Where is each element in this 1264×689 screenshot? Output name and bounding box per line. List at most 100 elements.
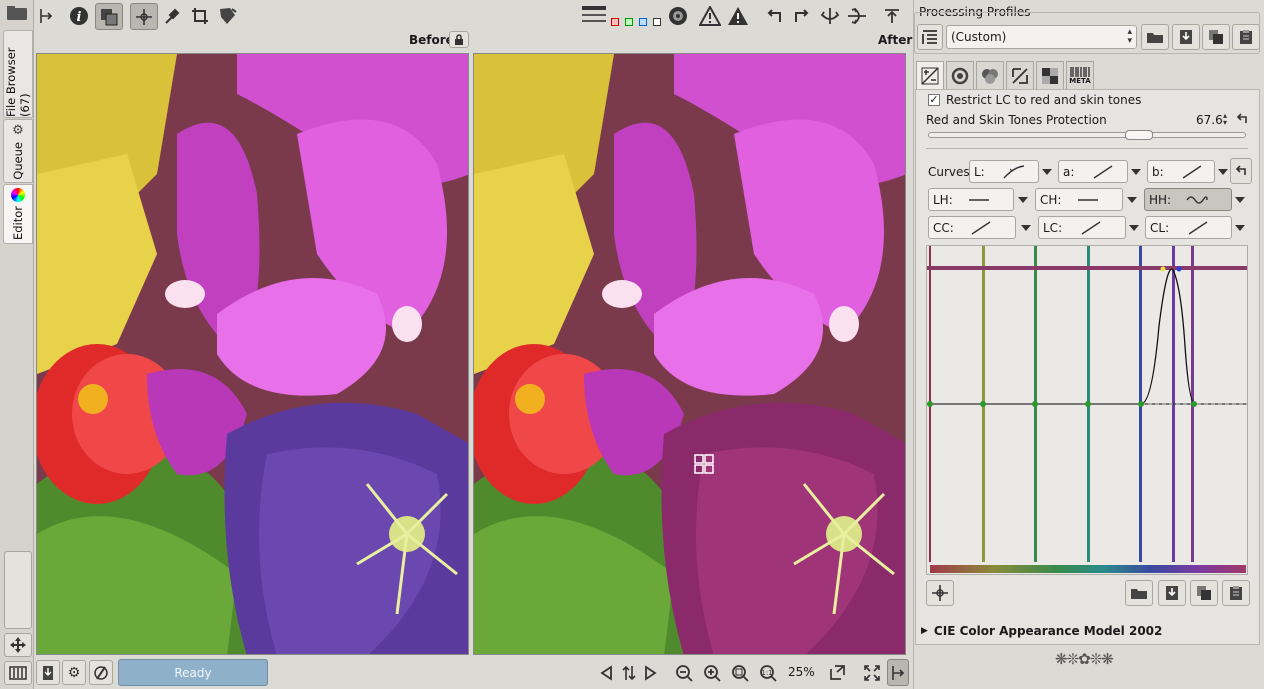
- ornament-icon: ❋❊✿❊❋: [1055, 650, 1114, 668]
- channel-b-icon[interactable]: [639, 18, 647, 26]
- svg-text:1:1: 1:1: [761, 669, 772, 677]
- transform-icon[interactable]: [215, 4, 241, 28]
- curve-lc-label: LC:: [1043, 220, 1063, 235]
- profile-select[interactable]: (Custom) ▴ ▾: [946, 25, 1137, 49]
- layout-toggle-icon[interactable]: [36, 5, 56, 27]
- tab-raw[interactable]: [1036, 61, 1064, 89]
- lock-icon[interactable]: [449, 31, 469, 48]
- flip-h-icon[interactable]: [818, 5, 842, 27]
- curve-cl-dropdown-icon[interactable]: [1235, 225, 1245, 231]
- prev-image-icon[interactable]: [596, 662, 616, 684]
- curve-cc-select[interactable]: CC:: [928, 216, 1016, 239]
- preview-mode-icon[interactable]: [580, 3, 608, 29]
- before-image[interactable]: [36, 53, 469, 655]
- curve-lh-dropdown-icon[interactable]: [1018, 197, 1028, 203]
- color-picker-icon[interactable]: [160, 4, 184, 28]
- curve-ch-select[interactable]: CH:: [1035, 188, 1123, 211]
- zoom-out-icon[interactable]: [673, 661, 695, 685]
- channel-r-icon[interactable]: [611, 18, 619, 26]
- curve-l-label: L:: [974, 164, 985, 179]
- crop-icon[interactable]: [188, 4, 212, 28]
- curve-linear-icon: [1093, 165, 1113, 179]
- ciecam-expander[interactable]: ▶ CIE Color Appearance Model 2002: [918, 620, 1258, 642]
- tab-exposure[interactable]: [916, 61, 944, 90]
- spin-icon[interactable]: ▴ ▾: [1223, 112, 1227, 127]
- curve-picker-icon[interactable]: [926, 580, 954, 606]
- focus-mask-icon[interactable]: [666, 5, 690, 27]
- color-wheel-icon: [11, 188, 25, 202]
- folder-top-icon[interactable]: [5, 4, 29, 22]
- tab-color[interactable]: [976, 61, 1004, 89]
- curve-lc-select[interactable]: LC:: [1038, 216, 1126, 239]
- protection-slider-thumb[interactable]: [1125, 130, 1153, 140]
- zoom-100-icon[interactable]: 1:1: [757, 661, 779, 685]
- info-icon[interactable]: i: [67, 4, 91, 28]
- tab-meta[interactable]: META: [1066, 61, 1094, 89]
- tab-file-browser[interactable]: File Browser (67): [3, 30, 33, 118]
- save-image-icon[interactable]: [36, 660, 60, 685]
- tab-detail[interactable]: [946, 61, 974, 89]
- next-image-icon[interactable]: [641, 662, 661, 684]
- curve-a-select[interactable]: a:: [1058, 160, 1128, 183]
- curve-copy-icon[interactable]: [1190, 580, 1218, 606]
- curves-reset-icon[interactable]: [1230, 158, 1252, 184]
- curve-paste-icon[interactable]: [1222, 580, 1250, 606]
- right-panel-toggle-icon[interactable]: [887, 659, 909, 686]
- protection-slider-track[interactable]: [928, 132, 1246, 138]
- channel-g-icon[interactable]: [625, 18, 633, 26]
- curve-a-dropdown-icon[interactable]: [1131, 169, 1141, 175]
- restrict-checkbox[interactable]: ✓: [928, 94, 940, 106]
- reset-icon[interactable]: [1235, 112, 1249, 126]
- warning-shadows-icon[interactable]: [698, 5, 722, 27]
- curve-b-select[interactable]: b:: [1147, 160, 1215, 183]
- fullscreen-icon[interactable]: [861, 661, 883, 685]
- rotate-left-icon[interactable]: [762, 5, 786, 27]
- channel-l-icon[interactable]: [653, 18, 661, 26]
- sync-icon[interactable]: [619, 662, 639, 684]
- curve-flat-icon: [1078, 199, 1098, 201]
- profile-save-icon[interactable]: [1172, 24, 1200, 50]
- profile-copy-icon[interactable]: [1202, 24, 1230, 50]
- profile-open-icon[interactable]: [1141, 24, 1169, 50]
- curve-linear-icon: [1081, 221, 1101, 235]
- warning-highlights-icon[interactable]: [726, 5, 750, 27]
- profile-paste-icon[interactable]: [1232, 24, 1260, 50]
- new-window-icon[interactable]: [826, 661, 848, 685]
- curve-l-select[interactable]: L:: [969, 160, 1039, 183]
- left-empty-slot: [4, 551, 32, 629]
- zoom-in-icon[interactable]: [701, 661, 723, 685]
- queue-label: Queue: [11, 142, 25, 180]
- curve-cc-dropdown-icon[interactable]: [1021, 225, 1031, 231]
- move-icon[interactable]: [4, 633, 32, 657]
- curve-b-dropdown-icon[interactable]: [1218, 169, 1228, 175]
- curve-l-dropdown-icon[interactable]: [1042, 169, 1052, 175]
- expand-arrow-icon: ▶: [921, 626, 928, 636]
- file-browser-label: File Browser (67): [4, 47, 32, 118]
- protection-value[interactable]: 67.6: [1196, 113, 1223, 127]
- before-after-icon[interactable]: [95, 3, 123, 30]
- curve-hh-select[interactable]: HH:: [1144, 188, 1232, 211]
- rotate-right-icon[interactable]: [790, 5, 814, 27]
- hand-icon[interactable]: [130, 3, 158, 30]
- curve-cl-select[interactable]: CL:: [1145, 216, 1232, 239]
- flip-v-icon[interactable]: [845, 5, 869, 27]
- after-image[interactable]: [473, 53, 906, 655]
- zoom-fit-icon[interactable]: [729, 661, 751, 685]
- tab-editor[interactable]: Editor: [3, 184, 33, 244]
- curve-editor[interactable]: [926, 245, 1248, 575]
- histogram-icon[interactable]: [4, 661, 32, 685]
- curve-lc-dropdown-icon[interactable]: [1129, 225, 1139, 231]
- tab-transform[interactable]: [1006, 61, 1034, 89]
- tab-queue[interactable]: ⚙ Queue: [3, 119, 33, 183]
- status-text: Ready: [174, 665, 212, 680]
- curve-save-icon[interactable]: [1158, 580, 1186, 606]
- queue-add-icon[interactable]: ⚙: [62, 660, 86, 685]
- profile-list-icon[interactable]: [917, 24, 943, 50]
- curve-lh-select[interactable]: LH:: [928, 188, 1014, 211]
- curve-open-icon[interactable]: [1125, 580, 1153, 606]
- curve-hh-dropdown-icon[interactable]: [1235, 197, 1245, 203]
- editor-external-icon[interactable]: [89, 660, 113, 685]
- curve-ch-dropdown-icon[interactable]: [1127, 197, 1137, 203]
- profile-select-value: (Custom): [951, 30, 1007, 44]
- top-panel-icon[interactable]: [880, 5, 904, 27]
